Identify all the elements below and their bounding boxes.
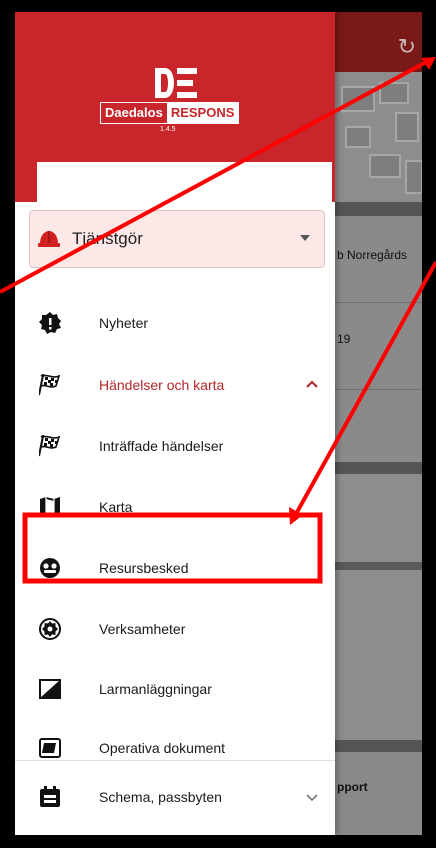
header-white-bar — [37, 162, 332, 202]
menu-item-label: Schema, passbyten — [99, 789, 222, 805]
map-icon — [40, 497, 60, 517]
refresh-icon[interactable]: ↻ — [398, 36, 416, 58]
menu-item-label: Karta — [99, 499, 133, 515]
menu-item-larmanlaggningar[interactable]: Larmanläggningar — [15, 660, 335, 720]
app-version: 1.4.5 — [160, 126, 176, 133]
gear-icon — [39, 618, 61, 640]
menu-item-label: Operativa dokument — [99, 740, 226, 756]
menu-item-schema-passbyten[interactable]: Schema, passbyten — [15, 768, 335, 828]
logo-icon — [155, 68, 197, 98]
menu-item-handelser-och-karta[interactable]: Händelser och karta — [15, 356, 335, 416]
chevron-up-icon[interactable] — [305, 378, 319, 392]
brand-logo: Daedalos RESPONS — [100, 102, 240, 124]
menu-divider — [15, 760, 335, 761]
background-card — [335, 474, 422, 562]
background-map — [335, 72, 422, 202]
navigation-drawer: Daedalos RESPONS 1.4.5 Tjänstgör Nyheter — [15, 12, 335, 835]
brand-name: Daedalos — [101, 103, 167, 123]
checkered-flag-icon — [39, 435, 61, 457]
menu-item-intraffade-handelser[interactable]: Inträffade händelser — [15, 417, 335, 477]
resource-icon — [40, 558, 60, 578]
menu-item-label: Nyheter — [99, 315, 149, 331]
folder-icon — [39, 738, 61, 758]
menu-item-resursbesked[interactable]: Resursbesked — [15, 539, 335, 599]
menu-item-label: Verksamheter — [99, 621, 186, 637]
dropdown-arrow-icon — [300, 235, 310, 241]
menu-item-label: Larmanläggningar — [99, 681, 212, 697]
menu-item-label: Resursbesked — [99, 560, 189, 576]
news-badge-icon — [39, 312, 61, 334]
menu-item-label: Händelser och karta — [99, 377, 225, 393]
background-card — [335, 303, 422, 390]
background-card — [335, 570, 422, 740]
checkered-flag-icon — [39, 374, 61, 396]
background-text: 19 — [337, 332, 351, 346]
brand-product: RESPONS — [166, 103, 239, 123]
menu-item-verksamheter[interactable]: Verksamheter — [15, 600, 335, 660]
background-text: b Norregårds — [337, 248, 408, 262]
menu-item-nyheter[interactable]: Nyheter — [15, 294, 335, 354]
background-card — [335, 390, 422, 462]
helmet-icon — [38, 231, 60, 247]
menu-item-karta[interactable]: Karta — [15, 478, 335, 538]
status-dropdown[interactable]: Tjänstgör — [29, 210, 325, 268]
alarm-system-icon — [39, 679, 61, 699]
annotation-arrowhead — [421, 57, 436, 70]
chevron-down-icon[interactable] — [305, 790, 319, 804]
drawer-header: Daedalos RESPONS 1.4.5 — [15, 12, 335, 202]
menu-item-label: Inträffade händelser — [99, 438, 224, 454]
app-frame: ↻ b Norregårds 19 pport Daedalos RESPONS… — [15, 12, 422, 835]
calendar-icon — [40, 786, 60, 807]
status-value: Tjänstgör — [72, 229, 143, 248]
background-text: pport — [337, 780, 368, 794]
